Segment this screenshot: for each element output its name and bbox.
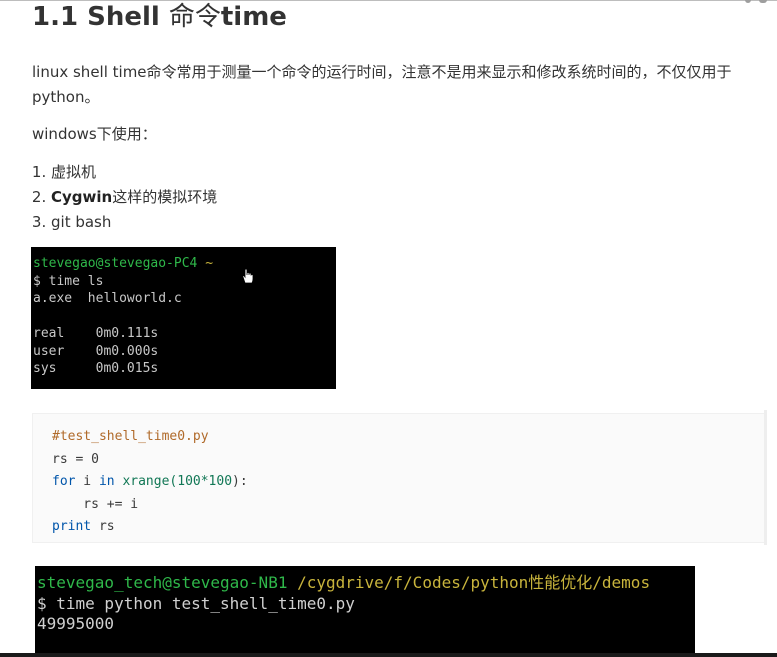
code-block: #test_shell_time0.py rs = 0 for i in xra… [32, 413, 765, 543]
windows-label: windows下使用： [32, 125, 157, 143]
timing-label: sys [33, 361, 57, 376]
list-item: Cygwin这样的模拟环境 [51, 185, 217, 210]
terminal-screenshot-python: stevegao_tech@stevegao-NB1 /cygdrive/f/C… [35, 566, 695, 657]
terminal-command: $ time python test_shell_time0.py [37, 593, 355, 613]
timing-value: 0m0.000s [95, 343, 159, 359]
bottom-border [0, 653, 777, 657]
list-item: 虚拟机 [51, 160, 217, 185]
list-item: git bash [51, 210, 217, 235]
intro-paragraph: linux shell time命令常用于测量一个命令的运行时间，注意不是用来显… [32, 63, 732, 106]
terminal-prompt-dir: ~ [205, 256, 214, 271]
terminal-prompt-user: stevegao@stevegao-PC4 [33, 256, 198, 271]
usage-list: 虚拟机 Cygwin这样的模拟环境 git bash [32, 160, 217, 235]
hand-cursor-icon [242, 268, 254, 284]
timing-label: user [33, 343, 65, 359]
terminal-output: 49995000 [37, 614, 115, 633]
terminal-prompt-user: stevegao_tech@stevegao-NB1 [37, 573, 288, 592]
window-corner-controls [741, 0, 777, 6]
terminal-output: a.exe helloworld.c [33, 291, 182, 306]
terminal-prompt-path: /cygdrive/f/Codes/python性能优化/demos [287, 573, 651, 592]
code-block-scrollbar[interactable] [764, 410, 767, 545]
timing-label: real [33, 326, 65, 341]
code-listing: #test_shell_time0.py rs = 0 for i in xra… [52, 429, 248, 534]
terminal-command: $ time ls [33, 273, 104, 289]
section-heading: 1.1 Shell 命令time [32, 2, 287, 32]
timing-value: 0m0.111s [95, 326, 159, 341]
timing-value: 0m0.015s [95, 361, 159, 376]
terminal-screenshot-ls: stevegao@stevegao-PC4 ~ $ time ls a.exe … [31, 247, 336, 389]
